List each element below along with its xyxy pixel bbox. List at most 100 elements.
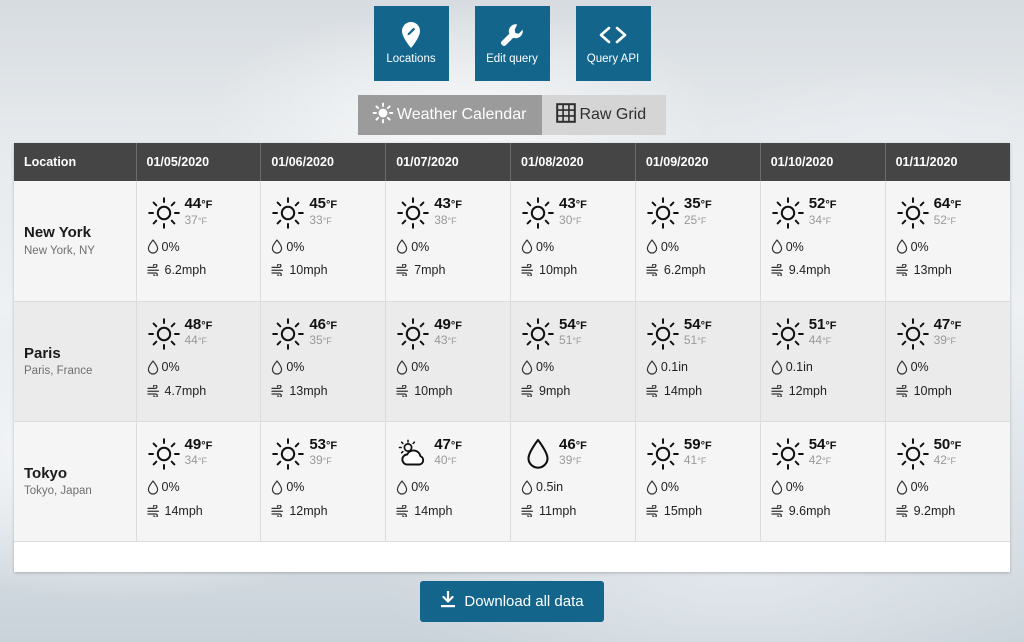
temperature-values: 44°F 37°F — [185, 195, 213, 228]
weather-day-cell: 49°F 34°F 0% 14mph — [136, 421, 262, 542]
wind-value: 4.7mph — [164, 383, 207, 398]
wind-icon — [646, 384, 658, 397]
precipitation-value: 0% — [411, 480, 430, 494]
partly-cloudy-icon — [398, 438, 425, 465]
temperature-block: 54°F 51°F — [646, 316, 760, 351]
high-temperature: 46°F — [559, 436, 587, 453]
low-temperature-value: 44 — [808, 333, 823, 348]
precipitation-row: 0% — [147, 479, 261, 495]
weather-day-cell: 48°F 44°F 0% 4.7mph — [136, 301, 262, 422]
wind-value: 10mph — [414, 383, 453, 398]
temperature-block: 59°F 41°F — [646, 436, 760, 471]
high-temperature-value: 49 — [434, 315, 451, 333]
high-temperature: 64°F — [934, 196, 962, 212]
low-temperature: 42°F — [809, 453, 837, 468]
high-temperature-unit: °F — [575, 439, 587, 452]
raindrop-icon — [527, 438, 549, 469]
wind-value: 9.6mph — [788, 503, 831, 518]
precipitation-value: 0% — [910, 480, 929, 494]
wind-row: 13mph — [895, 263, 1010, 277]
low-temperature-unit: °F — [572, 336, 582, 347]
download-all-data-label: Download all data — [464, 593, 584, 610]
low-temperature-unit: °F — [946, 336, 957, 347]
wind-icon — [895, 264, 908, 276]
low-temperature-value: 42 — [933, 453, 947, 468]
wind-value: 10mph — [289, 263, 328, 277]
precipitation-icon — [771, 359, 782, 375]
low-temperature-unit: °F — [697, 215, 707, 226]
low-temperature-value: 30 — [559, 212, 573, 227]
precipitation-icon — [396, 239, 408, 254]
precipitation-row: 0% — [896, 239, 1010, 254]
temperature-values: 46°F 39°F — [559, 436, 587, 469]
download-all-data-button[interactable]: Download all data — [420, 581, 604, 622]
high-temperature-unit: °F — [450, 199, 462, 211]
column-header-date: 01/10/2020 — [760, 143, 886, 181]
locations-button[interactable]: Locations — [373, 6, 449, 81]
temperature-block: 64°F 52°F — [896, 195, 1010, 230]
high-temperature: 54°F — [559, 316, 587, 333]
low-temperature-value: 51 — [683, 333, 698, 348]
high-temperature: 47°F — [434, 436, 462, 453]
high-temperature-value: 64 — [933, 195, 951, 212]
download-bar: Download all data — [0, 581, 1024, 622]
wrench-icon — [499, 21, 525, 49]
precipitation-value: 0% — [785, 239, 804, 254]
low-temperature-unit: °F — [322, 456, 332, 467]
precipitation-value: 0.1in — [785, 360, 813, 374]
high-temperature-unit: °F — [950, 439, 962, 452]
wind-row: 4.7mph — [146, 383, 261, 398]
wind-value: 10mph — [539, 263, 578, 277]
tab-raw-grid[interactable]: Raw Grid — [542, 95, 667, 135]
weather-day-cell: 52°F 34°F 0% 9.4mph — [760, 181, 886, 302]
wind-row: 10mph — [396, 384, 510, 398]
temperature-block: 43°F 30°F — [521, 195, 635, 230]
high-temperature-value: 45 — [309, 195, 327, 212]
wind-value: 9.2mph — [913, 503, 956, 518]
query-api-button[interactable]: Query API — [575, 6, 651, 81]
wind-row: 14mph — [396, 504, 510, 518]
low-temperature-unit: °F — [322, 215, 332, 226]
sun-icon — [647, 437, 679, 470]
precipitation-row: 0% — [396, 359, 510, 375]
wind-value: 9.4mph — [788, 263, 831, 277]
precipitation-icon — [896, 359, 907, 375]
wind-icon — [895, 384, 908, 397]
sun-icon — [522, 317, 554, 350]
high-temperature-unit: °F — [825, 439, 837, 452]
low-temperature-unit: °F — [447, 215, 457, 226]
wind-row: 9mph — [521, 384, 635, 398]
low-temperature: 42°F — [934, 453, 962, 468]
wind-row: 6.2mph — [146, 263, 261, 277]
sun-icon — [272, 437, 305, 470]
precipitation-row: 0% — [646, 479, 760, 495]
low-temperature-value: 52 — [933, 212, 947, 227]
edit-query-button[interactable]: Edit query — [474, 6, 550, 81]
high-temperature: 46°F — [309, 316, 337, 333]
precipitation-row: 0% — [646, 239, 760, 254]
weather-day-cell: 47°F 40°F 0% 14mph — [385, 421, 512, 542]
precipitation-value: 0% — [411, 239, 430, 254]
weather-day-cell: 54°F 51°F 0% 9mph — [510, 301, 636, 422]
high-temperature: 54°F — [684, 316, 712, 333]
temperature-values: 54°F 51°F — [684, 316, 712, 349]
tab-weather-calendar[interactable]: Weather Calendar — [357, 95, 543, 135]
high-temperature-unit: °F — [700, 199, 712, 211]
weather-day-cell: 44°F 37°F 0% 6.2mph — [136, 181, 262, 302]
low-temperature-value: 40 — [434, 453, 448, 468]
location-cell: Tokyo Tokyo, Japan — [14, 421, 137, 542]
weather-calendar-table: Location 01/05/2020 01/06/2020 01/07/2020 0… — [14, 143, 1010, 542]
wind-row: 12mph — [271, 504, 385, 518]
low-temperature-value: 39 — [309, 453, 323, 468]
location-name: New York — [24, 224, 91, 242]
precipitation-icon — [896, 239, 907, 254]
sun-icon — [896, 437, 929, 470]
grid-icon — [556, 102, 577, 128]
high-temperature-unit: °F — [950, 319, 962, 332]
weather-day-cell: 45°F 33°F 0% 10mph — [260, 181, 387, 302]
low-temperature-unit: °F — [447, 456, 457, 467]
high-temperature-value: 35 — [683, 195, 701, 212]
high-temperature-unit: °F — [575, 199, 587, 211]
map-pin-icon — [400, 21, 422, 49]
sun-icon — [896, 317, 929, 350]
